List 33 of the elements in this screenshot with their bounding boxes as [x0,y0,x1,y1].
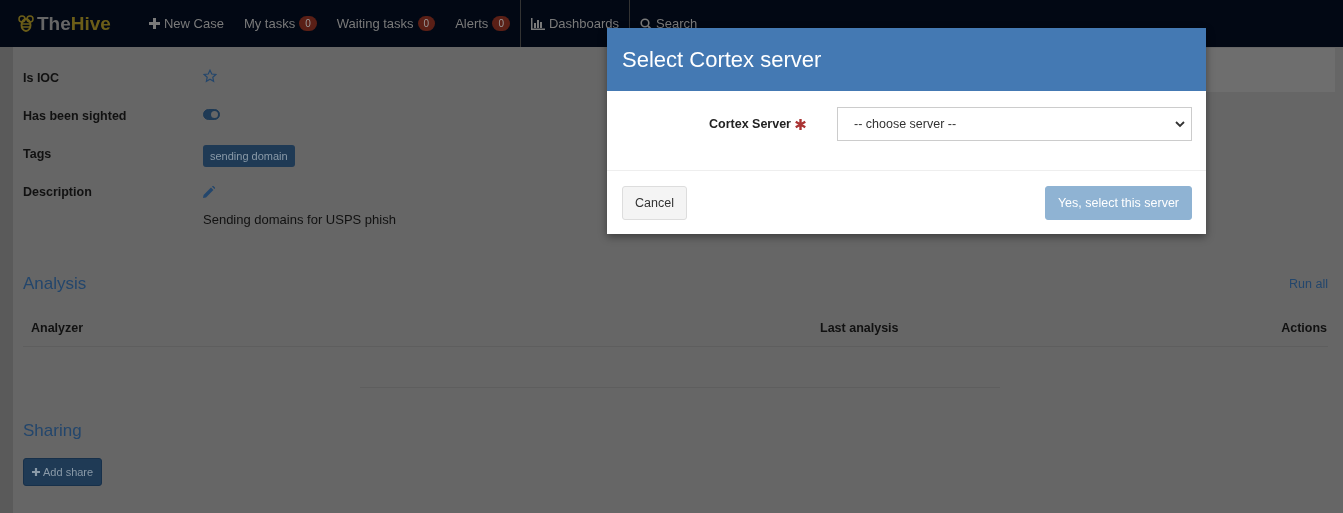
field-label: Has been sighted [23,108,128,125]
bee-icon [18,14,34,33]
plus-icon [32,468,40,476]
column-header: Last analysis [820,320,900,335]
count-badge: 0 [299,16,317,31]
nav-link[interactable]: New Case [138,0,234,47]
pencil-icon[interactable] [203,186,215,198]
column-header: Actions [1280,320,1327,335]
field-label: Is IOC [23,70,61,87]
chevron-down-icon [1175,120,1185,128]
nav-link[interactable]: My tasks 0 [233,0,327,47]
add-share-button[interactable]: Add share [23,458,103,486]
search-icon [640,17,653,30]
section-heading: Sharing [23,421,82,441]
count-badge: 0 [492,16,510,31]
dialog-title: Select Cortex server [622,46,822,73]
field-label: Cortex Server [709,117,791,131]
nav-link[interactable]: Alerts 0 [445,0,520,47]
column-header: Analyzer [31,320,85,335]
description-text: Sending domains for USPS phish [203,211,396,229]
plus-icon [148,18,160,29]
toggle-switch[interactable] [203,109,220,120]
nav-link[interactable]: Waiting tasks 0 [326,0,446,47]
tag: sending domain [203,145,295,167]
star-icon[interactable] [203,69,217,83]
bar-chart-icon [530,17,545,30]
field-label: Description [23,184,93,201]
cancel-button[interactable]: Cancel [622,186,687,220]
server-select[interactable]: -- choose server -- [837,107,1192,141]
count-badge: 0 [417,16,436,31]
brand-logo[interactable]: TheHive [37,12,111,35]
section-heading: Analysis [23,274,87,294]
field-label: Tags [23,146,53,163]
